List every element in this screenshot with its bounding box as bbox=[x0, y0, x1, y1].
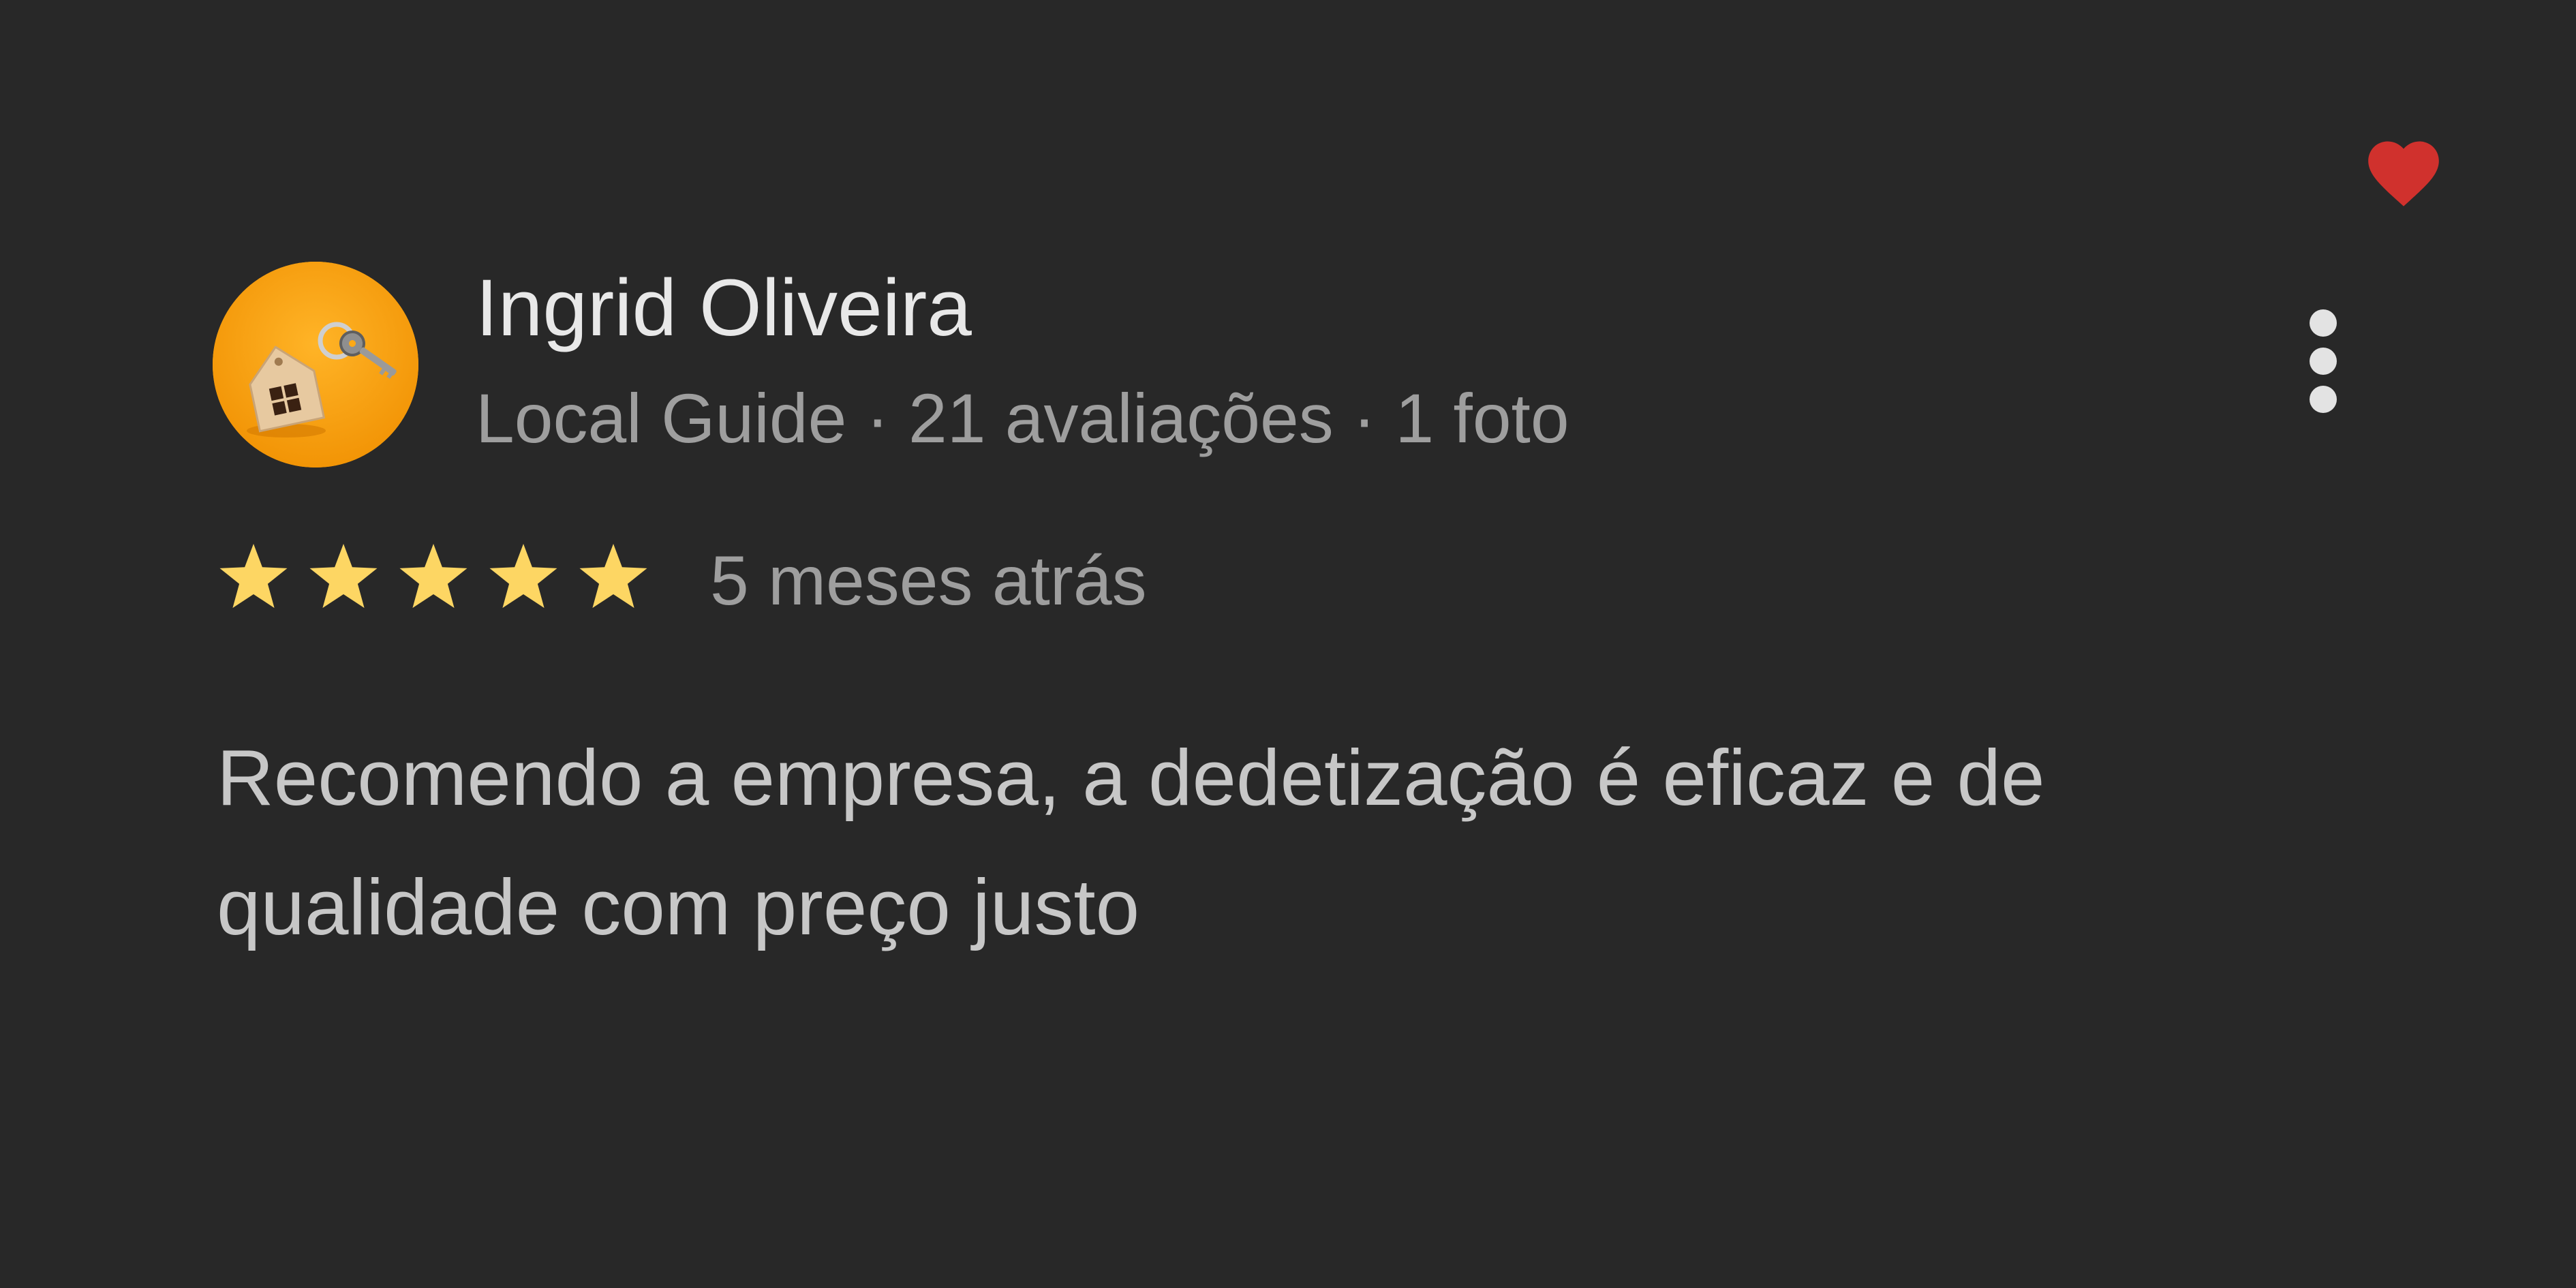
star-icon bbox=[399, 544, 467, 609]
heart-icon[interactable] bbox=[2361, 131, 2447, 209]
house-key-icon bbox=[213, 262, 418, 467]
star-icon bbox=[489, 544, 557, 609]
review-date: 5 meses atrás bbox=[710, 542, 1147, 619]
star-icon bbox=[579, 544, 647, 609]
author-name[interactable]: Ingrid Oliveira bbox=[476, 260, 972, 356]
star-icon bbox=[309, 544, 378, 609]
star-icon bbox=[219, 544, 288, 609]
avatar[interactable] bbox=[213, 262, 418, 467]
more-vertical-icon[interactable] bbox=[2293, 303, 2354, 418]
star-rating bbox=[217, 540, 666, 616]
review-text: Recomendo a empresa, a dedetização é efi… bbox=[217, 733, 2045, 951]
review-card: Ingrid Oliveira Local Guide · 21 avaliaç… bbox=[0, 0, 2576, 1288]
author-meta: Local Guide · 21 avaliações · 1 foto bbox=[476, 380, 1569, 457]
